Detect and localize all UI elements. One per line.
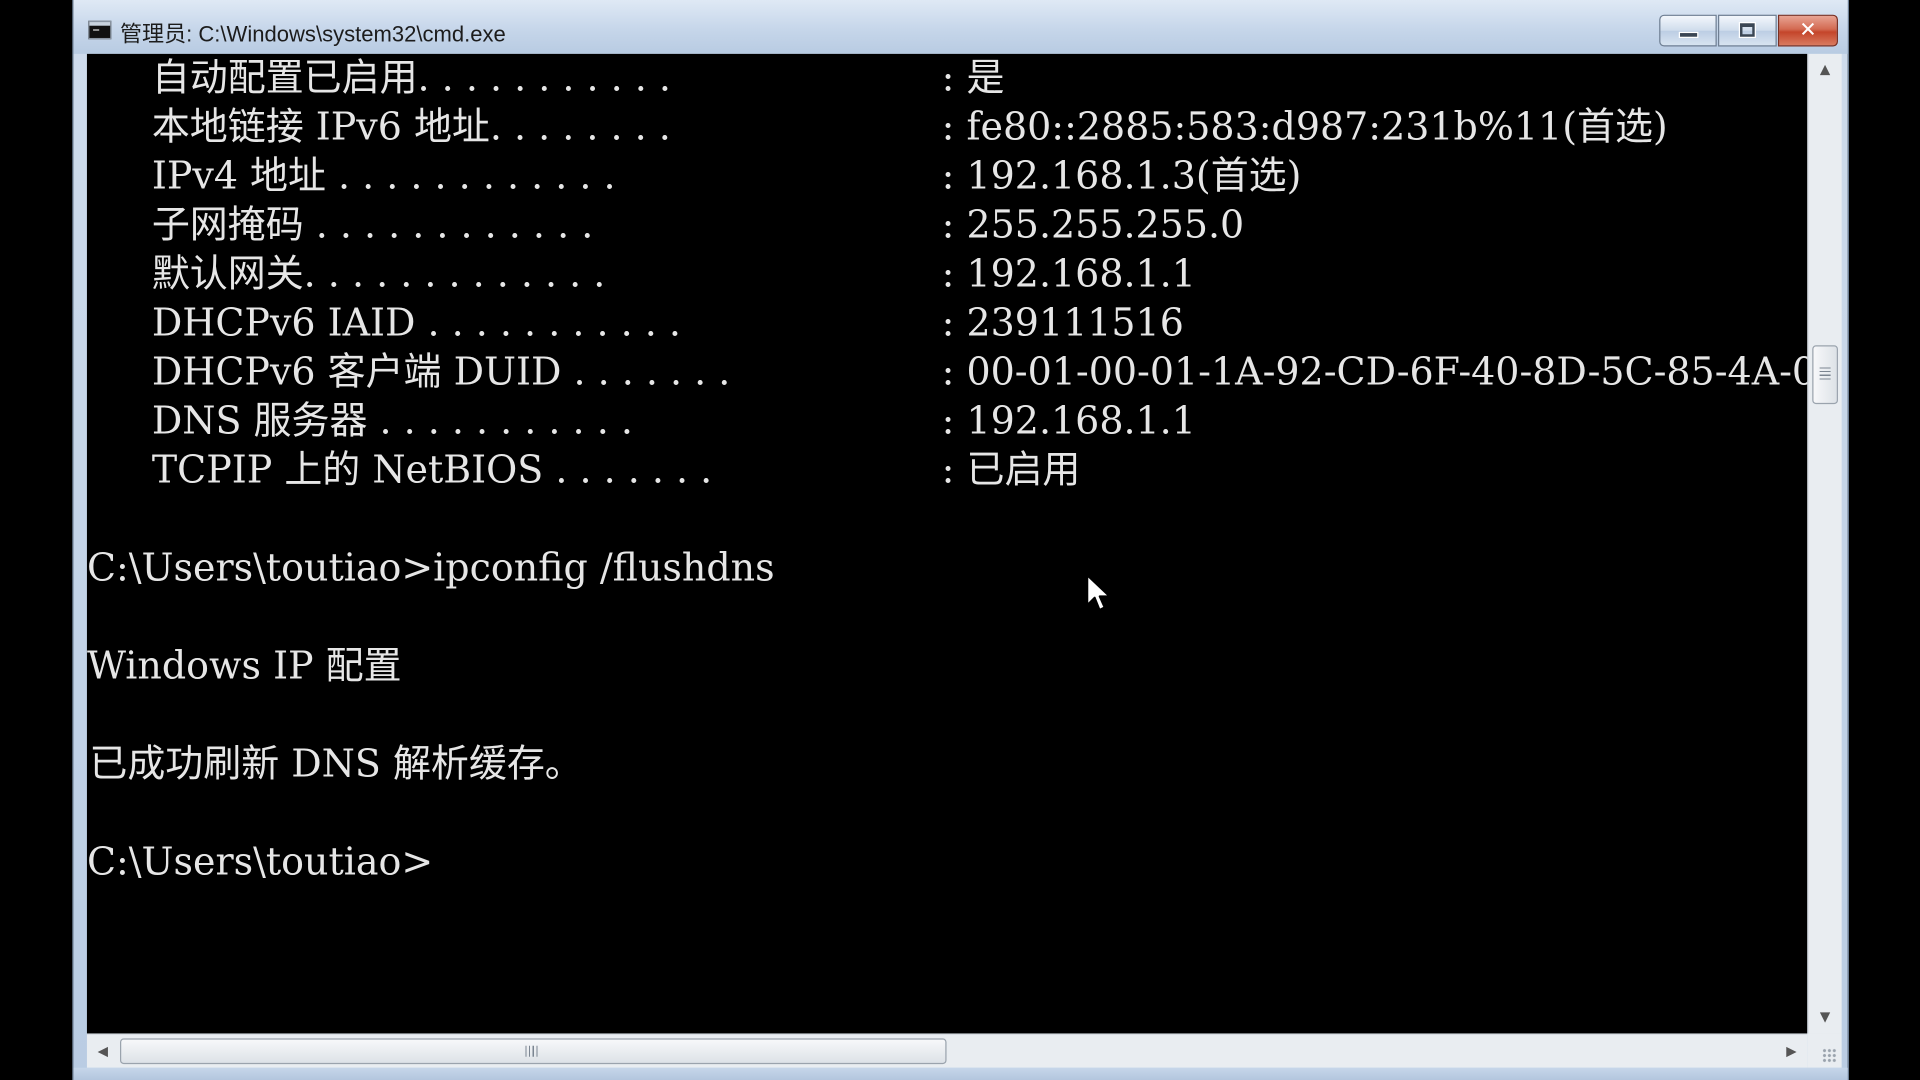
info-row-label: 本地链接 IPv6 地址. . . . . . . . <box>151 105 683 150</box>
info-row-value: : fe80::2885:583:d987:231b%11(首选) <box>941 105 1668 150</box>
command-prompt[interactable]: C:\Users\toutiao> <box>87 838 433 887</box>
scroll-down-icon[interactable]: ▼ <box>1809 1004 1842 1031</box>
command-line: C:\Users\toutiao>ipconfig /flushdns <box>86 546 775 591</box>
info-row-label: 默认网关. . . . . . . . . . . . . <box>151 252 618 297</box>
grip-icon <box>1819 367 1831 380</box>
maximize-button[interactable] <box>1717 14 1777 47</box>
minimize-icon <box>1680 33 1698 37</box>
info-row-value: : 00-01-00-01-1A-92-CD-6F-40-8D-5C-85-4A… <box>941 350 1808 395</box>
output-message: 已成功刷新 DNS 解析缓存。 <box>89 742 583 787</box>
info-row-label: 子网掩码 . . . . . . . . . . . . <box>151 203 606 248</box>
info-row-value: : 192.168.1.1 <box>941 252 1196 297</box>
horizontal-scrollbar[interactable]: ◀ ▶ <box>86 1033 1808 1068</box>
scroll-left-icon[interactable]: ◀ <box>89 1035 116 1068</box>
info-row-label: DNS 服务器 . . . . . . . . . . . <box>151 399 645 444</box>
cmd-window: 管理员: C:\Windows\system32\cmd.exe ✕ 自动配置已… <box>72 0 1849 1080</box>
resize-grip-icon <box>1822 1048 1837 1063</box>
window-title: 管理员: C:\Windows\system32\cmd.exe <box>120 22 506 47</box>
info-row-value: : 255.255.255.0 <box>941 203 1245 248</box>
scroll-right-icon[interactable]: ▶ <box>1778 1035 1805 1068</box>
info-row-label: 自动配置已启用. . . . . . . . . . . <box>151 56 684 101</box>
info-row-value: : 192.168.1.3(首选) <box>941 154 1302 199</box>
info-row-label: TCPIP 上的 NetBIOS . . . . . . . <box>151 448 725 493</box>
maximize-icon <box>1740 23 1755 37</box>
info-row-value: : 已启用 <box>941 448 1081 493</box>
info-row-value: : 192.168.1.1 <box>941 399 1196 444</box>
close-button[interactable]: ✕ <box>1777 14 1838 47</box>
console-output[interactable]: 自动配置已启用. . . . . . . . . . . : 是本地链接 IPv… <box>86 53 1808 1034</box>
resize-grip[interactable] <box>1807 1033 1842 1068</box>
vertical-scrollbar[interactable]: ▲ ▼ <box>1807 53 1842 1034</box>
info-row-value: : 是 <box>941 56 1005 101</box>
close-icon: ✕ <box>1799 18 1817 43</box>
cmd-prompt-icon[interactable] <box>88 20 112 40</box>
info-row-value: : 239111516 <box>941 301 1184 346</box>
info-row-label: IPv4 地址 . . . . . . . . . . . . <box>151 154 628 199</box>
window-bottom-border <box>73 1067 1848 1080</box>
info-row-label: DHCPv6 客户端 DUID . . . . . . . <box>151 350 743 395</box>
info-row-label: DHCPv6 IAID . . . . . . . . . . . <box>151 301 693 346</box>
mouse-pointer-icon <box>1086 574 1111 611</box>
title-bar[interactable]: 管理员: C:\Windows\system32\cmd.exe ✕ <box>73 0 1848 54</box>
horizontal-scroll-thumb[interactable] <box>120 1038 947 1065</box>
screen: 管理员: C:\Windows\system32\cmd.exe ✕ 自动配置已… <box>0 0 1920 1080</box>
minimize-button[interactable] <box>1659 14 1717 47</box>
grip-icon <box>525 1045 538 1057</box>
vertical-scroll-thumb[interactable] <box>1812 345 1838 405</box>
scroll-up-icon[interactable]: ▲ <box>1809 56 1842 83</box>
output-header: Windows IP 配置 <box>86 644 402 689</box>
